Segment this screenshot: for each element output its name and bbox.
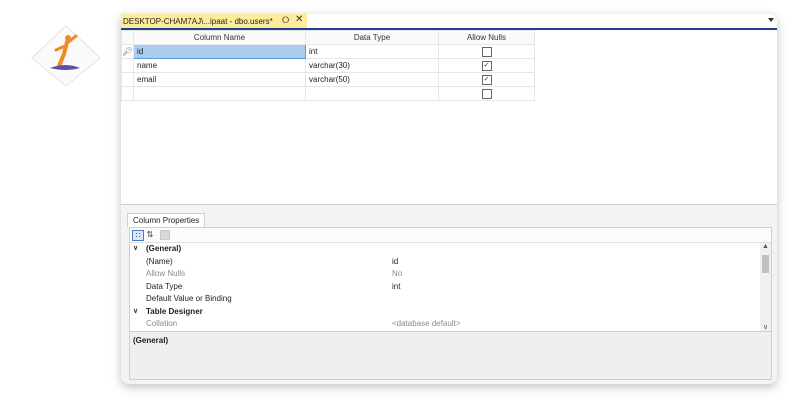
primary-key-icon: 🔑︎ [121, 44, 134, 59]
column-name-cell[interactable]: email [133, 72, 306, 87]
column-properties-pane: Column Properties ∷ ⇅ ∨ (General) (Name)… [121, 204, 777, 384]
column-name-cell[interactable]: name [133, 58, 306, 73]
tab-dropdown-icon[interactable] [768, 18, 774, 22]
allow-nulls-checkbox[interactable] [481, 46, 492, 57]
property-toolbar: ∷ ⇅ [130, 228, 771, 243]
property-value[interactable]: id [392, 256, 398, 269]
column-name-cell[interactable]: id [133, 44, 306, 59]
allow-nulls-header: Allow Nulls [438, 30, 535, 45]
table-row[interactable]: name varchar(30) ✓ [121, 58, 535, 73]
data-type-header: Data Type [305, 30, 439, 45]
allow-nulls-cell[interactable]: ✓ [438, 58, 535, 73]
allow-nulls-cell[interactable] [438, 86, 535, 101]
row-indicator [121, 86, 134, 101]
alphabetical-sort-icon[interactable]: ⇅ [145, 230, 155, 240]
allow-nulls-cell[interactable] [438, 44, 535, 59]
scroll-down-icon[interactable]: ∨ [760, 323, 771, 331]
column-name-header: Column Name [133, 30, 306, 45]
row-indicator [121, 72, 134, 87]
property-row[interactable]: Default Value or Binding [130, 293, 758, 306]
property-name: Data Type [146, 281, 183, 291]
document-tab[interactable]: DESKTOP-CHAM7AJ\...ipaat - dbo.users* ⭘ … [121, 14, 307, 28]
property-list: ∨ (General) (Name) id Allow Nulls No Dat… [130, 243, 758, 331]
category-table-designer[interactable]: ∨ Table Designer [130, 306, 758, 319]
grid-header-row: Column Name Data Type Allow Nulls [121, 30, 535, 45]
property-description: (General) [130, 331, 771, 379]
allow-nulls-cell[interactable]: ✓ [438, 72, 535, 87]
table-designer-window: DESKTOP-CHAM7AJ\...ipaat - dbo.users* ⭘ … [121, 14, 777, 384]
data-type-cell[interactable]: varchar(30) [305, 58, 439, 73]
row-indicator [121, 58, 134, 73]
property-value[interactable]: No [392, 268, 402, 281]
column-grid: Column Name Data Type Allow Nulls 🔑︎ id … [121, 30, 535, 101]
column-name-cell[interactable] [133, 86, 306, 101]
table-row[interactable]: 🔑︎ id int [121, 44, 535, 59]
scroll-up-icon[interactable]: ▲ [760, 243, 771, 250]
property-value[interactable]: int [392, 281, 400, 294]
category-label: (General) [146, 244, 182, 253]
data-type-cell[interactable]: int [305, 44, 439, 59]
collapse-icon[interactable]: ∨ [133, 243, 138, 256]
document-tab-bar: DESKTOP-CHAM7AJ\...ipaat - dbo.users* ⭘ … [121, 14, 777, 30]
categorized-icon[interactable]: ∷ [132, 230, 144, 241]
property-name: Collation [146, 319, 178, 328]
property-row[interactable]: Data Type int [130, 281, 758, 294]
property-name: Allow Nulls [146, 269, 186, 278]
tab-title: DESKTOP-CHAM7AJ\...ipaat - dbo.users* [123, 16, 273, 26]
scrollbar-thumb[interactable] [762, 255, 769, 273]
property-row[interactable]: Allow Nulls No [130, 268, 758, 281]
property-row[interactable]: Collation <database default> [130, 318, 758, 331]
allow-nulls-checkbox[interactable]: ✓ [481, 60, 492, 71]
category-general[interactable]: ∨ (General) [130, 243, 758, 256]
data-type-cell[interactable]: varchar(50) [305, 72, 439, 87]
property-row[interactable]: (Name) id [130, 256, 758, 269]
description-title: (General) [133, 336, 169, 345]
data-type-cell[interactable] [305, 86, 439, 101]
brand-logo [26, 24, 106, 88]
property-name: Default Value or Binding [146, 294, 232, 303]
category-label: Table Designer [146, 306, 203, 316]
tab-column-properties[interactable]: Column Properties [127, 213, 206, 227]
property-grid: ∷ ⇅ ∨ (General) (Name) id Allow Nulls No [129, 227, 772, 380]
table-row[interactable] [121, 86, 535, 101]
collapse-icon[interactable]: ∨ [133, 306, 138, 319]
close-icon[interactable]: ✕ [295, 14, 303, 25]
row-indicator-header [121, 30, 134, 45]
table-row[interactable]: email varchar(50) ✓ [121, 72, 535, 87]
property-name: (Name) [146, 256, 173, 266]
property-value[interactable]: <database default> [392, 318, 461, 331]
pin-icon[interactable]: ⭘ [282, 15, 289, 26]
allow-nulls-checkbox[interactable] [481, 88, 492, 99]
property-pages-icon[interactable] [160, 230, 170, 240]
allow-nulls-checkbox[interactable]: ✓ [481, 74, 492, 85]
property-scrollbar[interactable]: ▲ ∨ [760, 243, 771, 331]
